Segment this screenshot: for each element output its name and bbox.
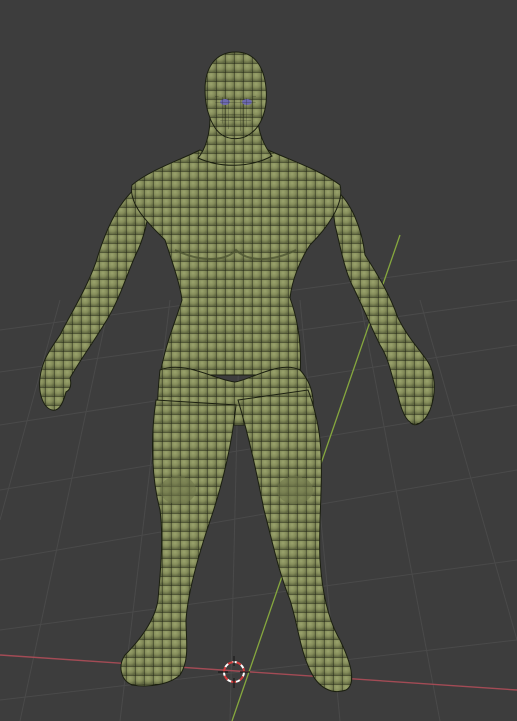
- left-knee: [160, 476, 196, 504]
- 3d-viewport[interactable]: [0, 0, 517, 721]
- right-knee: [277, 476, 313, 504]
